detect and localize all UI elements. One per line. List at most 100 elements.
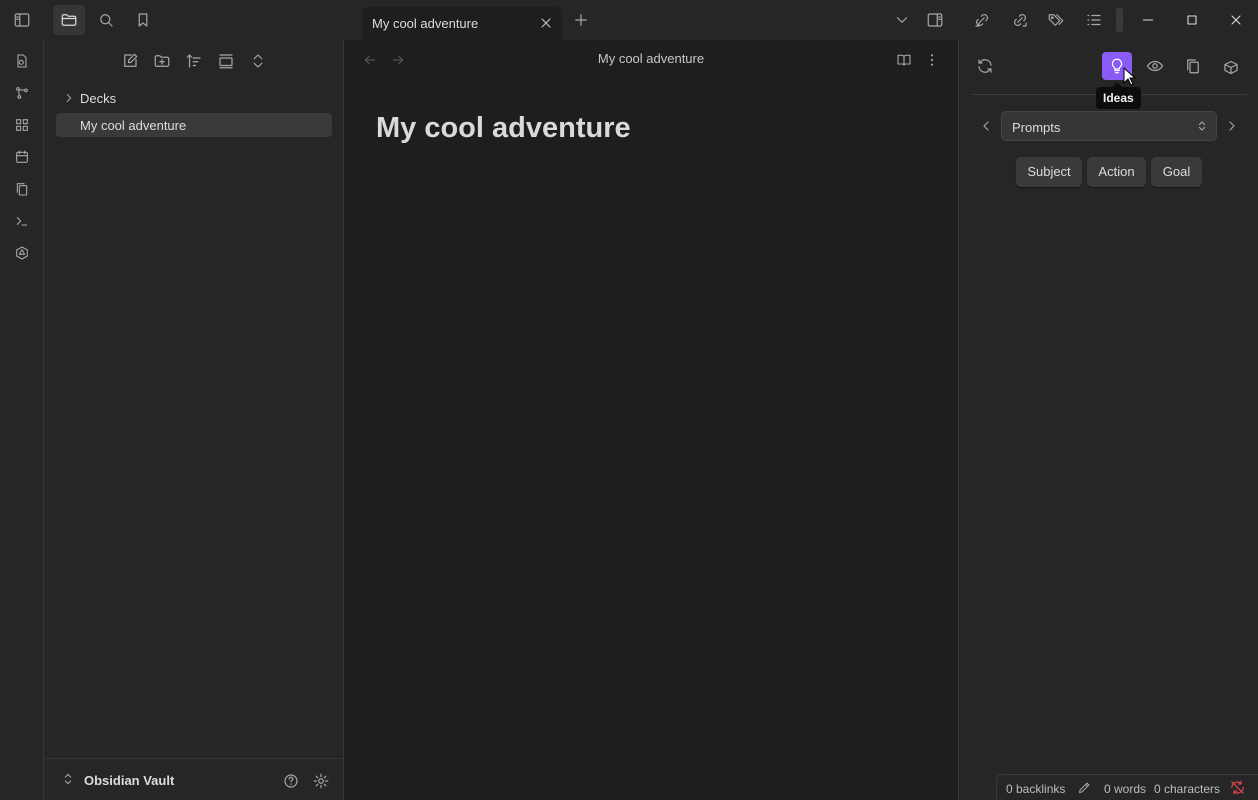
sort-icon <box>186 54 201 68</box>
word-count: 0 words <box>1104 782 1147 796</box>
settings-button[interactable] <box>308 769 334 793</box>
preview-button[interactable] <box>1140 52 1170 80</box>
chevrons-up-down-icon <box>1198 121 1206 131</box>
maximize-button[interactable] <box>1170 0 1214 40</box>
chip-action-button[interactable]: Action <box>1087 157 1146 187</box>
files-tab-button[interactable] <box>53 5 85 35</box>
ribbon-command-palette-button[interactable] <box>6 207 38 235</box>
chevron-down-icon <box>896 17 908 23</box>
deck-select-value: Prompts <box>1012 120 1061 135</box>
right-sidebar: Ideas Prompts Subject Action Goal <box>958 40 1258 800</box>
dice-button[interactable] <box>1216 52 1246 80</box>
next-deck-button[interactable] <box>1221 114 1243 138</box>
search-tab-button[interactable] <box>90 5 122 35</box>
left-ribbon <box>0 40 44 800</box>
bookmark-icon <box>138 13 148 27</box>
reading-view-button[interactable] <box>890 46 918 74</box>
dice-icon <box>1224 60 1238 75</box>
new-tab-button[interactable] <box>565 5 597 35</box>
mouse-cursor-icon <box>1123 67 1137 86</box>
chip-subject-button[interactable]: Subject <box>1016 157 1082 187</box>
pencil-icon[interactable] <box>1077 780 1092 795</box>
new-folder-button[interactable] <box>148 47 176 75</box>
ribbon-new-note-from-template-button[interactable] <box>6 47 38 75</box>
character-count: 0 characters <box>1154 782 1221 796</box>
more-options-button[interactable] <box>918 46 946 74</box>
expand-collapse-all-button[interactable] <box>244 47 272 75</box>
auto-reveal-file-button[interactable] <box>212 47 240 75</box>
eye-icon <box>1146 60 1164 72</box>
minimize-button[interactable] <box>1126 0 1170 40</box>
close-icon <box>541 18 551 28</box>
tree-item-my-cool-adventure[interactable]: My cool adventure <box>56 113 332 137</box>
ribbon-daily-note-button[interactable] <box>6 143 38 171</box>
close-window-button[interactable] <box>1214 0 1258 40</box>
tags-icon <box>1048 14 1064 26</box>
chevron-right-icon <box>1229 121 1235 131</box>
editor-tab[interactable]: My cool adventure <box>362 7 562 40</box>
gear-icon <box>313 773 329 789</box>
new-note-button[interactable] <box>116 47 144 75</box>
ribbon-dice-roller-button[interactable] <box>6 239 38 267</box>
ideas-tooltip: Ideas <box>1096 82 1141 109</box>
ribbon-canvas-button[interactable] <box>6 111 38 139</box>
tree-item-decks[interactable]: Decks <box>56 86 332 110</box>
bookmarks-tab-button[interactable] <box>127 5 159 35</box>
change-sort-order-button[interactable] <box>180 47 208 75</box>
copy-button[interactable] <box>1178 52 1208 80</box>
chevron-right-icon <box>66 94 72 102</box>
folder-plus-icon <box>154 55 170 67</box>
note-title[interactable]: My cool adventure <box>376 112 631 145</box>
toggle-right-sidebar-button[interactable] <box>919 5 951 35</box>
plus-icon <box>575 14 587 26</box>
sidebar-right-icon <box>927 13 943 27</box>
sync-error-icon[interactable] <box>1229 779 1246 796</box>
close-icon <box>1231 15 1241 25</box>
refresh-button[interactable] <box>970 52 1000 80</box>
chip-goal-button[interactable]: Goal <box>1151 157 1202 187</box>
links-tab-button[interactable] <box>966 5 998 35</box>
file-plus-icon <box>17 54 27 68</box>
edit-icon <box>124 53 138 67</box>
outline-button[interactable] <box>1078 5 1110 35</box>
vault-name: Obsidian Vault <box>84 773 175 788</box>
view-header-title[interactable]: My cool adventure <box>344 51 958 66</box>
tags-button[interactable] <box>1040 5 1072 35</box>
outgoing-links-button[interactable] <box>1004 5 1036 35</box>
link-out-icon <box>1013 13 1027 27</box>
minimize-icon <box>1142 19 1154 21</box>
chevrons-up-down-icon <box>64 773 72 785</box>
help-button[interactable] <box>278 769 304 793</box>
link-in-icon <box>975 13 989 27</box>
sidebar-left-icon <box>14 13 30 27</box>
copy-icon <box>1187 59 1199 74</box>
backlinks-count[interactable]: 0 backlinks <box>1006 782 1065 796</box>
more-vertical-icon <box>930 54 934 66</box>
tree-item-label: Decks <box>80 91 117 106</box>
vault-switcher[interactable]: Obsidian Vault <box>44 758 344 800</box>
folder-icon <box>61 14 77 26</box>
ribbon-templates-button[interactable] <box>6 175 38 203</box>
tab-title: My cool adventure <box>372 16 479 31</box>
copy-icon <box>16 183 28 196</box>
calendar-icon <box>16 150 28 163</box>
toggle-left-sidebar-button[interactable] <box>6 5 38 35</box>
tab-list-button[interactable] <box>886 5 918 35</box>
previous-deck-button[interactable] <box>975 114 997 138</box>
editor-pane: My cool adventure My cool adventure <box>344 40 958 800</box>
graph-icon <box>16 87 28 99</box>
chevrons-up-down-icon <box>253 54 263 68</box>
d20-dice-icon <box>16 246 28 260</box>
file-explorer: Decks My cool adventure Obsidian Vault <box>44 40 344 800</box>
ribbon-graph-button[interactable] <box>6 79 38 107</box>
drag-handle[interactable] <box>1116 8 1123 32</box>
grid-icon <box>16 119 28 131</box>
close-tab-button[interactable] <box>536 13 556 33</box>
reveal-icon <box>219 54 233 69</box>
refresh-icon <box>978 59 992 73</box>
status-bar: 0 backlinks 0 words 0 characters <box>996 774 1258 800</box>
title-bar: My cool adventure <box>0 0 1258 40</box>
book-open-icon <box>897 54 911 66</box>
list-icon <box>1087 14 1101 26</box>
deck-select[interactable]: Prompts <box>1001 111 1217 141</box>
